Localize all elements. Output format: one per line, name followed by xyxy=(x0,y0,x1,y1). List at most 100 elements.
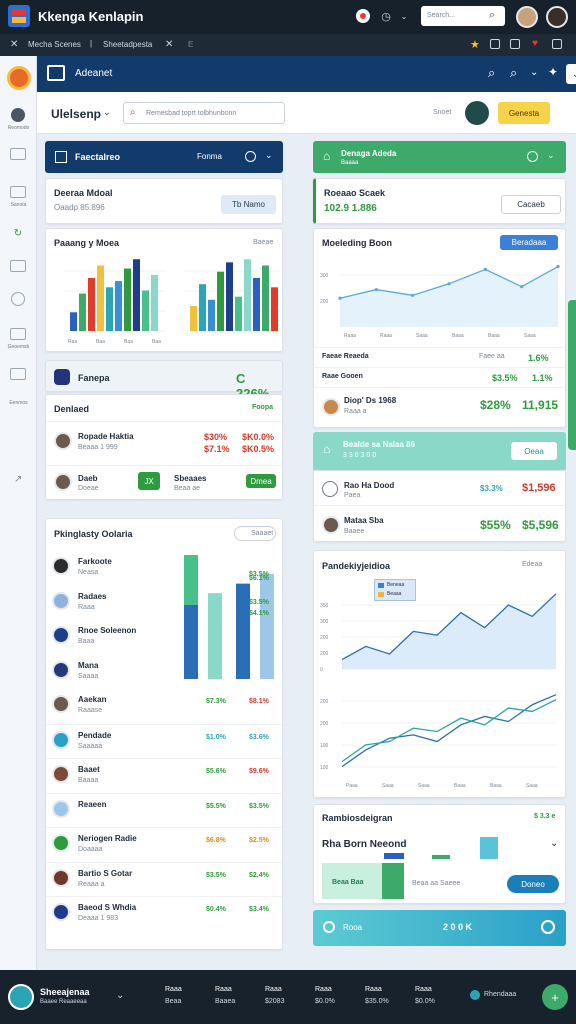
nav-calendar-icon[interactable] xyxy=(10,186,26,198)
header-star-icon[interactable]: ✦ xyxy=(548,65,558,79)
avatar-secondary[interactable] xyxy=(546,6,568,28)
leaderboard-row[interactable]: Aaekan Raaase $7.3% $8.1% xyxy=(46,689,282,723)
right-summary-button[interactable]: Cacaeb xyxy=(501,195,561,214)
nav-home-icon[interactable] xyxy=(10,260,26,272)
leaderboard-avatar xyxy=(52,591,70,610)
leaderboard-row[interactable]: Baaet Baaaa $5.6% $9.6% xyxy=(46,758,282,792)
close-icon[interactable]: ✕ xyxy=(10,39,18,50)
stat-label: Fanepa xyxy=(78,373,110,383)
tab-new[interactable]: E xyxy=(188,40,193,49)
ranking-button[interactable]: Doneo xyxy=(507,875,559,893)
status-add-icon[interactable]: + xyxy=(542,984,568,1010)
tab-mecha[interactable]: Mecha Scenes xyxy=(28,40,81,49)
leaderboard-name: Reaeen xyxy=(78,799,107,809)
left-panel-clock-icon[interactable] xyxy=(245,151,256,162)
leaderboard-v2: $8.1% xyxy=(249,698,269,705)
metric-row[interactable]: Faeae Reaeda Faee aa 1.6% xyxy=(314,347,565,367)
leaderboard-row[interactable]: Pendade Saaaaa $1.0% $3.6% xyxy=(46,723,282,758)
search-icon[interactable]: ⌕ xyxy=(489,9,495,22)
chevron-down-icon[interactable]: ⌄ xyxy=(398,8,410,24)
app-title: Kkenga Kenlapin xyxy=(38,9,144,24)
leaderboard-row[interactable]: Neriogen Radie Doaaaa $6.8% $2.5% xyxy=(46,827,282,861)
leaderboard-row[interactable]: Bartio S Gotar Reaaa a $3.5% $2.4% xyxy=(46,861,282,896)
tab-close-icon[interactable]: ✕ xyxy=(165,39,173,50)
toolbar-team-icon[interactable] xyxy=(465,101,489,125)
leaderboard-row[interactable]: Reaeen $5.5% $3.5% xyxy=(46,792,282,827)
leaderboard-row[interactable]: Mana Saaaa xyxy=(46,655,282,689)
status-chevron-icon[interactable]: ⌄ xyxy=(116,990,124,1001)
ranking-left-btn[interactable]: Beaa Baa xyxy=(332,879,364,886)
toolbar: Ulelsenp ⌄ ⌕ Remesbad toprt tolbhunbonn … xyxy=(37,92,576,134)
header-search-icon[interactable]: ⌕ xyxy=(488,65,495,81)
nav-refresh-icon[interactable]: ↻ xyxy=(11,226,25,240)
leaderboard-avatar xyxy=(52,660,70,679)
view-chevron-icon[interactable]: ⌄ xyxy=(103,107,111,118)
nav-arrow-icon[interactable]: ↗ xyxy=(14,474,22,485)
leaderboard-row[interactable]: Baeod S Whdia Deaaa 1 983 $0.4% $3.4% xyxy=(46,896,282,930)
dual-line-ytick: 200 xyxy=(320,699,329,705)
leaderboard-row[interactable]: Rnoe Soleenon Baaa xyxy=(46,620,282,654)
bar-chart-bar xyxy=(199,284,206,331)
leaderboard-row[interactable]: Radaes Raaa $4.1% xyxy=(46,586,282,620)
footer-banner-action-icon[interactable] xyxy=(541,920,555,934)
toolbar-search-input[interactable]: ⌕ Remesbad toprt tolbhunbonn xyxy=(123,102,285,124)
bar-chart-bar xyxy=(217,271,224,331)
avatar-user[interactable] xyxy=(516,6,538,28)
primary-button[interactable]: Genesta xyxy=(498,102,550,124)
promo-row[interactable]: Mataa Sba Baaee $55% $5,596 xyxy=(314,505,565,543)
bar-chart-right-label: Baeae xyxy=(253,239,274,246)
nav-doc-icon[interactable] xyxy=(10,148,26,160)
record-icon[interactable] xyxy=(356,9,370,23)
dual-line-chart-svg: 200 200 100 100 Paaa Saaa Saaa Baaa Baaa Saaa xyxy=(320,694,557,789)
ranking-marker xyxy=(432,855,450,859)
toolbar-search-placeholder: Remesbad toprt tolbhunbonn xyxy=(146,110,237,117)
header-zoom-icon[interactable]: ⌕ xyxy=(510,65,517,81)
deal-badge[interactable]: Dmea xyxy=(246,474,276,488)
nav-globe-icon[interactable] xyxy=(11,292,25,306)
leaderboard-name: Bartio S Gotar xyxy=(78,868,133,878)
bookmark-icon[interactable] xyxy=(510,39,520,49)
status-action-label[interactable]: Rhendaaa xyxy=(484,991,516,998)
nav-file-icon[interactable] xyxy=(10,368,26,380)
tab-sheet[interactable]: Sheetadpesta xyxy=(103,40,152,49)
view-selector[interactable]: Ulelsenp xyxy=(51,107,101,121)
nav-settings-icon[interactable] xyxy=(10,328,26,340)
nav-user-icon[interactable] xyxy=(11,108,25,122)
leaderboard-row[interactable]: Farkoote Neasa $6.1% xyxy=(46,551,282,585)
promo-row[interactable]: Rao Ha Dood Paea $3.3% $1,596 xyxy=(314,471,565,505)
toolbar-link[interactable]: Snoet xyxy=(433,109,451,116)
alert-icon[interactable]: ♥ xyxy=(532,38,538,49)
clock-icon[interactable]: ◷ xyxy=(378,8,394,24)
deal-row[interactable]: Ropade Haktia Beaaa 1 999 $30% $K0.0% $7… xyxy=(46,421,282,463)
footer-banner[interactable]: Rooa 2 0 0 K xyxy=(313,910,566,946)
menu-icon[interactable] xyxy=(552,39,562,49)
nav-logo-icon[interactable] xyxy=(7,66,31,90)
search-input[interactable]: Search... ⌕ xyxy=(421,6,505,26)
header-chevron-icon[interactable]: ⌄ xyxy=(530,67,538,78)
bar-chart-bar xyxy=(262,265,269,331)
left-panel-chevron-icon[interactable]: ⌄ xyxy=(265,150,273,161)
header-settings-icon[interactable]: ⌄ xyxy=(566,64,576,84)
star-icon[interactable]: ★ xyxy=(470,38,480,51)
deal-tag[interactable]: JX xyxy=(138,472,160,490)
deal-row[interactable]: Daeb Doeae JX Sbeaaes Beaa ae Dmea xyxy=(46,465,282,501)
app-menu-icon[interactable] xyxy=(47,65,65,81)
left-summary-button[interactable]: Tb Namo xyxy=(221,195,276,214)
leaderboard-sub: Baaa xyxy=(78,638,95,645)
left-panel-action[interactable]: Fonma xyxy=(197,152,222,161)
metric-row[interactable]: Diop' Ds 1968 Raaa a $28% 11,915 xyxy=(314,387,565,429)
scroll-indicator[interactable] xyxy=(568,300,576,450)
ranking-chevron-icon[interactable]: ⌄ xyxy=(550,838,558,849)
leaderboard-sub: Reaaa a xyxy=(78,880,105,888)
leaderboard-menu[interactable]: Saaaet xyxy=(234,526,276,541)
right-panel-clock-icon[interactable] xyxy=(527,151,538,162)
status-avatar[interactable] xyxy=(8,984,34,1010)
line-chart-button[interactable]: Beradaaa xyxy=(500,235,558,250)
deal-avatar xyxy=(54,473,72,491)
promo-button[interactable]: Oeaa xyxy=(511,442,557,460)
leaderboard-avatar xyxy=(52,765,70,783)
line-chart-point xyxy=(374,287,378,292)
grid-icon[interactable] xyxy=(490,39,500,49)
right-panel-chevron-icon[interactable]: ⌄ xyxy=(547,150,555,161)
metric-row[interactable]: Raae Gooen $3.5% 1.1% xyxy=(314,367,565,387)
